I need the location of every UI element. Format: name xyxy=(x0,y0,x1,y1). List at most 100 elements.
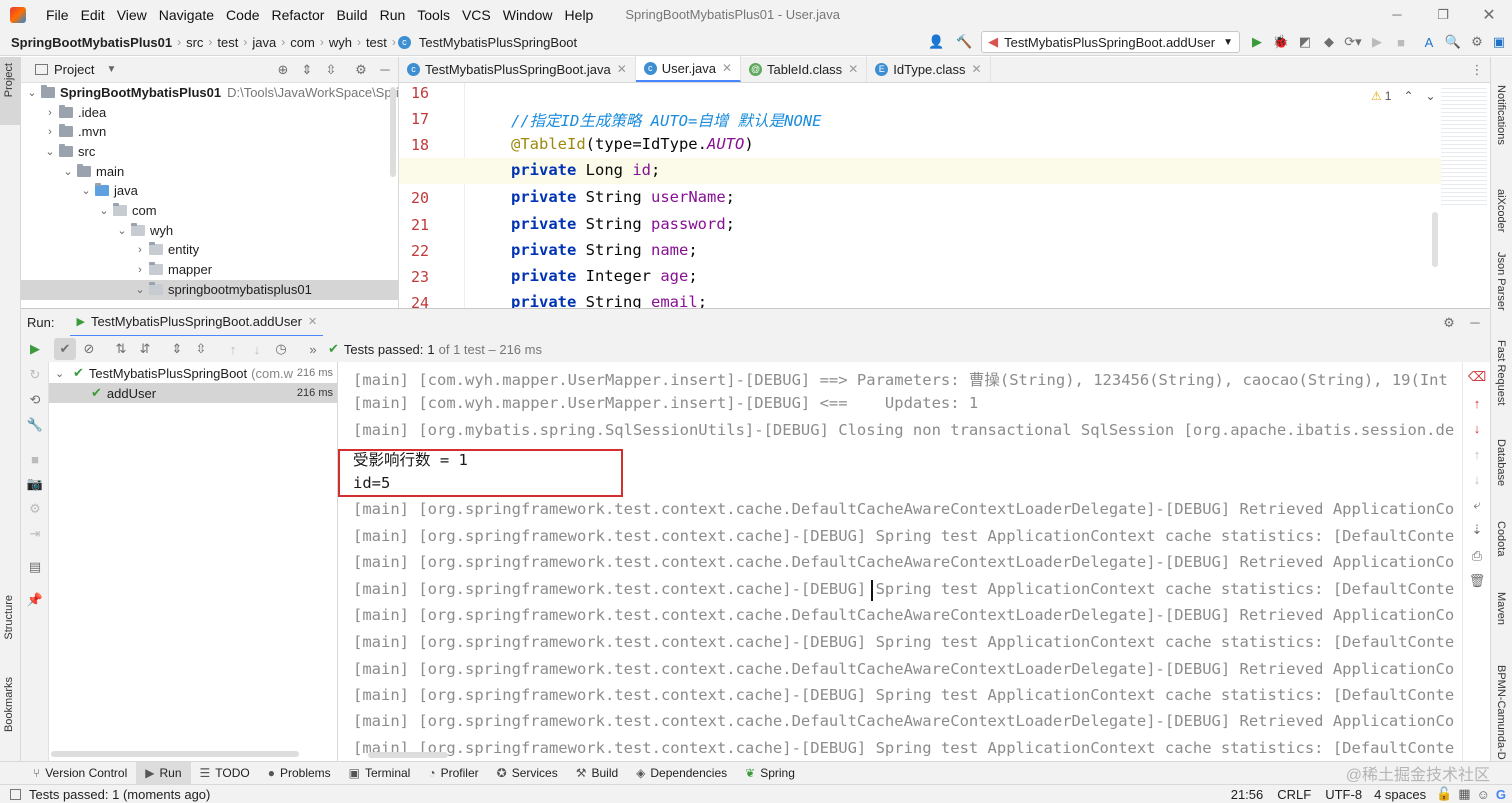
maven-tool-label[interactable]: Maven xyxy=(1495,592,1507,625)
test-suite-row[interactable]: ⌄ ✔ TestMybatisPlusSpringBoot (com.w 216… xyxy=(49,363,337,383)
breadcrumb-project[interactable]: SpringBootMybatisPlus01 xyxy=(8,35,175,50)
status-message[interactable]: Tests passed: 1 (moments ago) xyxy=(29,787,210,802)
hide-panel-icon[interactable]: ─ xyxy=(376,61,394,79)
chevron-down-icon[interactable]: ▼ xyxy=(106,64,116,75)
chevron-down-icon[interactable]: ⌄ xyxy=(133,283,147,296)
menu-tools[interactable]: Tools xyxy=(411,7,456,23)
chevron-right-icon[interactable]: › xyxy=(43,126,57,138)
translate-icon[interactable]: A xyxy=(1420,33,1438,51)
menu-vcs[interactable]: VCS xyxy=(456,7,497,23)
more-tabs-icon[interactable]: ⋮ xyxy=(1468,61,1486,79)
toggle-auto-test-icon[interactable]: ⟲ xyxy=(26,391,44,409)
chevron-down-icon[interactable]: ⌄ xyxy=(79,184,93,197)
stop-icon[interactable]: ■ xyxy=(26,450,44,468)
tab-test-class[interactable]: c TestMybatisPlusSpringBoot.java ✕ xyxy=(399,56,636,82)
wrench-icon[interactable]: 🔧 xyxy=(26,416,44,434)
bookmarks-tool-label[interactable]: Bookmarks xyxy=(3,677,15,732)
tool-version-control[interactable]: ⑂ Version Control xyxy=(24,762,136,785)
scroll-down-icon[interactable]: ↓ xyxy=(1468,470,1486,488)
show-ignored-icon[interactable]: ⊘ xyxy=(80,340,98,358)
expand-all-icon[interactable]: ⇕ xyxy=(298,61,316,79)
close-tab-icon[interactable]: ✕ xyxy=(308,315,317,328)
tool-services[interactable]: ✪ Services xyxy=(488,762,567,785)
chevron-down-icon[interactable]: ⌄ xyxy=(55,367,69,380)
tree-item-idea[interactable]: › .idea xyxy=(43,103,106,123)
chevron-right-icon[interactable]: › xyxy=(43,107,57,119)
run-icon[interactable]: ▶ xyxy=(1248,33,1266,51)
project-scrollbar[interactable] xyxy=(390,87,396,177)
stop-icon[interactable]: ■ xyxy=(1392,33,1410,51)
menu-build[interactable]: Build xyxy=(330,7,373,23)
json-parser-tool-label[interactable]: Json Parser xyxy=(1495,252,1507,311)
breadcrumb-test[interactable]: test xyxy=(214,35,241,50)
layout-icon[interactable]: ▤ xyxy=(26,558,44,576)
hide-panel-icon[interactable]: ─ xyxy=(1466,314,1484,332)
chevron-right-icon[interactable]: › xyxy=(133,244,147,256)
tool-profiler[interactable]: ◔ Profiler xyxy=(419,762,487,785)
resume-icon[interactable]: ▶ xyxy=(1368,33,1386,51)
chevron-up-icon[interactable]: ⌃ xyxy=(1403,89,1413,103)
chevron-down-icon[interactable]: ⌄ xyxy=(43,145,57,158)
tool-problems[interactable]: ● Problems xyxy=(259,762,340,785)
menu-file[interactable]: File xyxy=(40,7,75,23)
coverage-icon[interactable]: ◩ xyxy=(1296,33,1314,51)
inspection-widget[interactable]: ⚠ 1 ⌃ ⌄ xyxy=(1371,89,1436,103)
menu-view[interactable]: View xyxy=(111,7,153,23)
breadcrumb-class[interactable]: TestMybatisPlusSpringBoot xyxy=(416,35,580,50)
rerun-icon[interactable]: ▶ xyxy=(26,340,44,358)
tab-idtype[interactable]: E IdType.class ✕ xyxy=(867,56,991,82)
menu-refactor[interactable]: Refactor xyxy=(266,7,331,23)
tree-item-src[interactable]: ⌄ src xyxy=(43,142,95,162)
breadcrumb-test-pkg[interactable]: test xyxy=(363,35,390,50)
tool-dependencies[interactable]: ◈ Dependencies xyxy=(627,762,736,785)
minimize-icon[interactable]: ─ xyxy=(1374,6,1420,24)
menu-run[interactable]: Run xyxy=(374,7,412,23)
show-passed-icon[interactable]: ✔ xyxy=(54,338,76,360)
tree-item-mvn[interactable]: › .mvn xyxy=(43,122,106,142)
menu-help[interactable]: Help xyxy=(559,7,600,23)
profiler-icon[interactable]: ◆ xyxy=(1320,33,1338,51)
test-case-row[interactable]: ✔ addUser 216 ms xyxy=(49,383,337,403)
settings-icon[interactable]: ⚙ xyxy=(26,500,44,518)
fast-request-tool-label[interactable]: Fast Request xyxy=(1495,340,1507,405)
camera-icon[interactable]: 📷 xyxy=(26,475,44,493)
breadcrumb-com[interactable]: com xyxy=(287,35,318,50)
run-tab[interactable]: ▶ TestMybatisPlusSpringBoot.addUser ✕ xyxy=(70,309,324,337)
gear-icon[interactable]: ⚙ xyxy=(1440,314,1458,332)
chevron-down-icon[interactable]: ⌄ xyxy=(61,165,75,178)
memory-icon[interactable]: ▦ xyxy=(1458,786,1470,802)
build-hammer-icon[interactable]: 🔨 xyxy=(955,33,973,51)
breadcrumb-java[interactable]: java xyxy=(249,35,279,50)
more-icon[interactable]: » xyxy=(304,340,322,358)
history-icon[interactable]: ◷ xyxy=(272,340,290,358)
more-run-icon[interactable]: ⟳▾ xyxy=(1344,33,1362,51)
notifications-tool-label[interactable]: Notifications xyxy=(1495,85,1507,145)
project-panel-title[interactable]: Project xyxy=(54,62,94,77)
chevron-right-icon[interactable]: › xyxy=(133,264,147,276)
menu-navigate[interactable]: Navigate xyxy=(153,7,220,23)
next-failed-icon[interactable]: ↓ xyxy=(248,340,266,358)
aixcoder-tool-label[interactable]: aiXcoder xyxy=(1495,189,1507,232)
tree-item-main[interactable]: ⌄ main xyxy=(61,162,124,182)
scroll-up-icon[interactable]: ↑ xyxy=(1468,445,1486,463)
collapse-all-icon[interactable]: ⇳ xyxy=(192,340,210,358)
tree-item-mapper[interactable]: › mapper xyxy=(133,260,212,280)
pin-icon[interactable]: 📌 xyxy=(26,591,44,609)
chevron-down-icon[interactable]: ⌄ xyxy=(25,86,39,99)
tree-item-project-root[interactable]: ⌄ SpringBootMybatisPlus01 D:\Tools\JavaW… xyxy=(25,83,406,103)
caret-position[interactable]: 21:56 xyxy=(1231,787,1264,802)
settings-icon[interactable]: ⚙ xyxy=(1468,33,1486,51)
tree-item-entity[interactable]: › entity xyxy=(133,240,199,260)
collapse-all-icon[interactable]: ⇳ xyxy=(322,61,340,79)
locate-icon[interactable]: ⊕ xyxy=(274,61,292,79)
chevron-down-icon[interactable]: ⌄ xyxy=(115,224,129,237)
indent-setting[interactable]: 4 spaces xyxy=(1374,787,1426,802)
scroll-to-end-icon[interactable]: ⇣ xyxy=(1468,521,1486,539)
line-separator[interactable]: CRLF xyxy=(1277,787,1311,802)
code-area[interactable]: //指定ID生成策略 AUTO=自增 默认是NONE @TableId(type… xyxy=(399,83,1439,308)
tree-item-springbootmybatisplus01[interactable]: ⌄ springbootmybatisplus01 xyxy=(21,280,398,300)
menu-code[interactable]: Code xyxy=(220,7,265,23)
breadcrumb-wyh[interactable]: wyh xyxy=(326,35,355,50)
close-icon[interactable]: ✕ xyxy=(1466,6,1512,24)
breadcrumb-src[interactable]: src xyxy=(183,35,206,50)
